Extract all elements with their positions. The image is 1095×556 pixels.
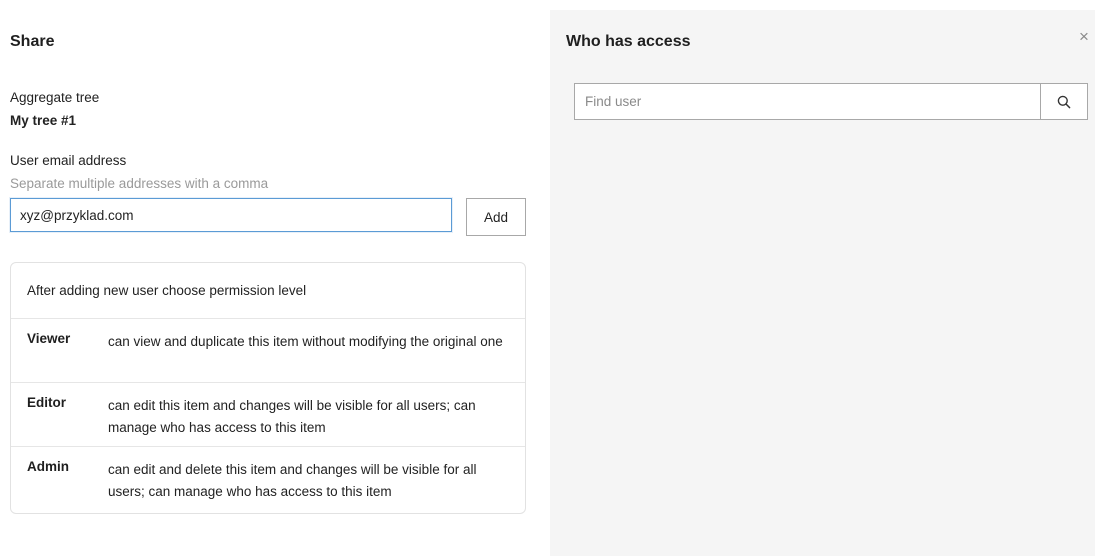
permission-row-admin: Admin can edit and delete this item and … (11, 447, 525, 511)
add-button[interactable]: Add (466, 198, 526, 236)
permission-description: can edit and delete this item and change… (108, 462, 477, 499)
search-icon (1057, 95, 1071, 108)
permission-description: can edit this item and changes will be v… (108, 398, 476, 435)
permission-role: Editor (27, 395, 66, 410)
search-button[interactable] (1040, 84, 1087, 119)
find-user-input[interactable] (575, 84, 1040, 119)
permission-description: can view and duplicate this item without… (108, 334, 503, 349)
share-panel: Share Aggregate tree My tree #1 User ema… (0, 0, 550, 556)
permission-header: After adding new user choose permission … (11, 263, 525, 319)
email-hint: Separate multiple addresses with a comma (10, 176, 269, 191)
permission-role: Admin (27, 459, 69, 474)
permission-levels-box: After adding new user choose permission … (10, 262, 526, 514)
permission-row-viewer: Viewer can view and duplicate this item … (11, 319, 525, 383)
share-title: Share (10, 33, 55, 50)
close-icon[interactable]: × (1076, 28, 1092, 45)
tree-name: My tree #1 (10, 113, 77, 128)
access-title: Who has access (566, 33, 691, 50)
permission-row-editor: Editor can edit this item and changes wi… (11, 383, 525, 447)
find-user-field (574, 83, 1088, 120)
tree-type-label: Aggregate tree (10, 90, 100, 105)
email-input[interactable] (10, 198, 452, 232)
email-label: User email address (10, 153, 127, 168)
permission-role: Viewer (27, 331, 71, 346)
access-panel: Who has access × (550, 10, 1095, 556)
